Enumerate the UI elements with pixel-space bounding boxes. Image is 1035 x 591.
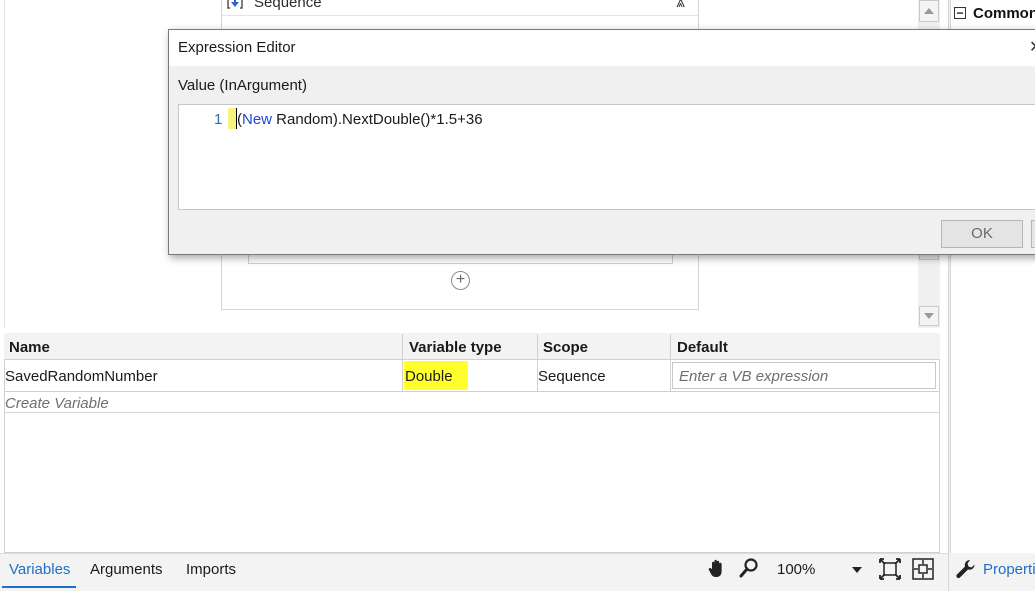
scroll-up-button[interactable] xyxy=(919,0,939,22)
overview-icon[interactable] xyxy=(912,558,934,580)
tab-variables[interactable]: Variables xyxy=(9,561,70,578)
dialog-title: Expression Editor xyxy=(178,39,296,56)
column-header-scope[interactable]: Scope xyxy=(543,339,588,356)
line-number: 1 xyxy=(214,111,223,128)
row-divider xyxy=(4,412,940,413)
default-value-input[interactable]: Enter a VB expression xyxy=(672,362,936,389)
scroll-down-button[interactable] xyxy=(919,306,939,326)
variable-scope-cell[interactable]: Sequence xyxy=(538,368,606,385)
hand-pan-icon[interactable] xyxy=(706,557,728,579)
tab-arguments[interactable]: Arguments xyxy=(90,561,163,578)
value-label: Value (InArgument) xyxy=(178,77,307,94)
collapse-section-icon[interactable]: − xyxy=(954,7,966,19)
active-tab-indicator xyxy=(2,586,76,588)
current-line-marker xyxy=(228,108,236,129)
variable-name-cell[interactable]: SavedRandomNumber xyxy=(5,368,158,385)
expression-code-line[interactable]: (New Random).NextDouble()*1.5+36 xyxy=(237,111,483,128)
tab-imports[interactable]: Imports xyxy=(186,561,236,578)
column-header-name[interactable]: Name xyxy=(9,339,50,356)
sequence-title: Sequence xyxy=(254,0,322,11)
magnifier-icon[interactable] xyxy=(738,557,760,579)
tab-properties[interactable]: Properti xyxy=(983,561,1035,578)
chevron-down-icon[interactable] xyxy=(852,567,862,573)
add-activity-icon[interactable]: + xyxy=(451,271,470,290)
sequence-icon xyxy=(227,0,243,9)
zoom-level[interactable]: 100% xyxy=(777,561,815,578)
code-keyword: New xyxy=(242,111,273,128)
code-expression: Random).NextDouble()*1.5+36 xyxy=(272,111,483,128)
common-section-label: Common xyxy=(973,5,1035,22)
fit-to-screen-icon[interactable] xyxy=(879,558,901,580)
column-header-variable-type[interactable]: Variable type xyxy=(409,339,502,356)
wrench-icon xyxy=(956,559,975,579)
collapse-chevron-icon[interactable]: ⩓ xyxy=(676,0,685,12)
column-header-default[interactable]: Default xyxy=(677,339,728,356)
ok-button[interactable]: OK xyxy=(941,220,1023,248)
variable-type-cell[interactable]: Double xyxy=(405,368,453,385)
create-variable-row[interactable]: Create Variable xyxy=(5,395,109,412)
cancel-button[interactable] xyxy=(1031,220,1035,248)
dialog-titlebar[interactable] xyxy=(169,30,1035,66)
close-icon[interactable]: ✕ xyxy=(1029,37,1035,57)
